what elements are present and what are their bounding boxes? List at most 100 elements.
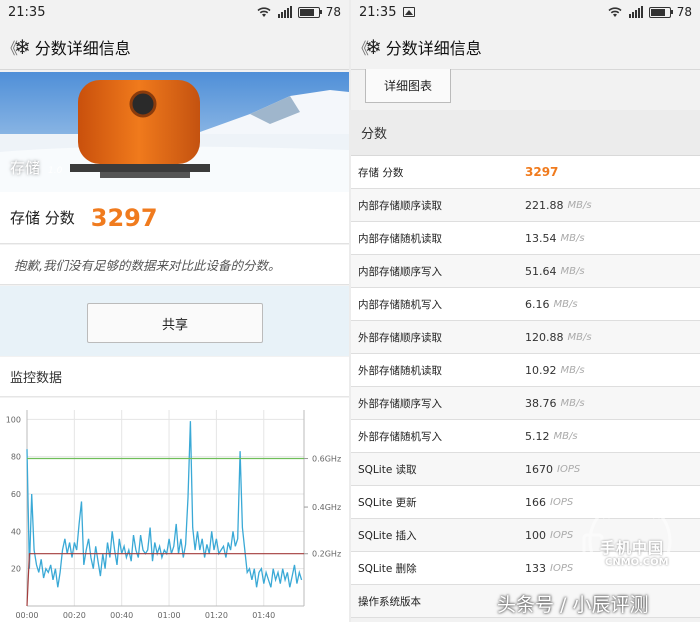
- svg-text:★: ★: [650, 507, 663, 523]
- y2-tick-label: 0.6GHz: [312, 455, 341, 464]
- image-notification-icon: [403, 7, 416, 17]
- watermark-brand: 手机中国: [600, 539, 665, 557]
- row-name: 内部存储顺序读取: [358, 199, 442, 212]
- battery-icon: [297, 6, 322, 18]
- back-button[interactable]: 《: [353, 35, 369, 59]
- table-row: 外部存储随机读取 10.92 MB/s: [351, 354, 700, 387]
- status-time: 21:35: [8, 4, 46, 20]
- row-name: 内部存储随机写入: [358, 298, 442, 311]
- table-row: 外部存储顺序写入 38.76 MB/s: [351, 387, 700, 420]
- row-name: 内部存储随机读取: [358, 232, 442, 245]
- hero-label: 存储: [10, 159, 41, 177]
- signal-icon: [628, 6, 643, 18]
- row-name: 外部存储顺序读取: [358, 331, 442, 344]
- row-value: 13.54: [525, 231, 557, 245]
- scores-section-title: 分数: [351, 110, 700, 156]
- row-name: SQLite 读取: [358, 463, 417, 476]
- svg-text:★: ★: [600, 507, 613, 523]
- hero-version: 1.0: [48, 166, 63, 176]
- row-value: 5.12: [525, 429, 550, 443]
- snowflake-logo-icon: ❄: [14, 34, 31, 59]
- row-unit: MB/s: [560, 397, 585, 409]
- wifi-icon: [608, 7, 622, 17]
- row-unit: MB/s: [567, 199, 592, 211]
- monitor-section-title: 监控数据: [0, 357, 349, 397]
- status-time: 21:35: [359, 4, 397, 20]
- comparison-notice: 抱歉,我们没有足够的数据来对比此设备的分数。: [0, 245, 349, 285]
- share-button[interactable]: 共享: [87, 303, 263, 343]
- row-unit: MB/s: [560, 364, 585, 376]
- app-bar: 《 ❄ 分数详细信息: [351, 24, 700, 70]
- row-unit: IOPS: [550, 496, 574, 508]
- series-line: [26, 553, 304, 607]
- row-value: 10.92: [525, 363, 557, 377]
- storage-hero-image: 存储 1.0: [0, 72, 349, 192]
- row-value: 221.88: [525, 198, 564, 212]
- y-tick-label: 100: [6, 415, 21, 424]
- row-value: 1670: [525, 462, 553, 476]
- row-name: 外部存储顺序写入: [358, 397, 442, 410]
- row-unit: IOPS: [557, 463, 581, 475]
- score-value: 3297: [90, 203, 158, 232]
- row-value: 51.64: [525, 264, 557, 278]
- svg-text:★: ★: [624, 495, 637, 511]
- share-section: 共享: [0, 286, 349, 356]
- score-label: 存储 分数: [10, 209, 75, 227]
- row-name: 外部存储随机写入: [358, 430, 442, 443]
- x-tick-label: 00:20: [63, 611, 86, 620]
- page-title: 分数详细信息: [385, 38, 482, 58]
- y-tick-label: 20: [11, 565, 21, 574]
- table-row: 存储 分数 3297: [351, 156, 700, 189]
- battery-level: 78: [676, 5, 692, 19]
- detail-chart-button[interactable]: 详细图表: [365, 69, 451, 103]
- y-tick-label: 80: [11, 453, 21, 462]
- y-tick-label: 60: [11, 490, 21, 499]
- y2-tick-label: 0.2GHz: [312, 550, 341, 559]
- row-value: 120.88: [525, 330, 564, 344]
- row-unit: MB/s: [560, 232, 585, 244]
- wifi-icon: [257, 7, 271, 17]
- back-button[interactable]: 《: [2, 35, 18, 59]
- row-name: 存储 分数: [358, 166, 404, 179]
- left-screen: 21:35 78 《 ❄ 分数详细信息 存储 1.0 存储 分数 3297 抱歉…: [0, 0, 349, 622]
- table-row: 内部存储随机读取 13.54 MB/s: [351, 222, 700, 255]
- row-unit: MB/s: [553, 430, 578, 442]
- table-row: 内部存储顺序写入 51.64 MB/s: [351, 255, 700, 288]
- x-tick-label: 00:00: [15, 611, 38, 620]
- status-bar: 21:35 78: [351, 0, 700, 24]
- x-tick-label: 01:00: [158, 611, 181, 620]
- row-name: SQLite 更新: [358, 496, 417, 509]
- row-value: 166: [525, 495, 546, 509]
- row-name: SQLite 插入: [358, 529, 417, 542]
- app-bar: 《 ❄ 分数详细信息: [0, 24, 349, 70]
- monitor-chart: 100 80 60 40 20 00:00 00:20 00:40 01:00 01:20 01:4…: [0, 398, 349, 622]
- row-value: 100: [525, 528, 546, 542]
- status-bar: 21:35 78: [0, 0, 349, 24]
- table-row: SQLite 读取 1670 IOPS: [351, 453, 700, 486]
- table-row: 内部存储顺序读取 221.88 MB/s: [351, 189, 700, 222]
- row-unit: IOPS: [550, 562, 574, 574]
- table-row: 内部存储随机写入 6.16 MB/s: [351, 288, 700, 321]
- row-name: SQLite 删除: [358, 562, 417, 575]
- row-value: 3297: [525, 165, 559, 179]
- series-line: [26, 421, 303, 588]
- row-unit: MB/s: [567, 331, 592, 343]
- row-name: 内部存储顺序写入: [358, 265, 442, 278]
- table-row: 外部存储随机写入 5.12 MB/s: [351, 420, 700, 453]
- y2-tick-label: 0.4GHz: [312, 503, 341, 512]
- y-tick-label: 40: [11, 527, 21, 536]
- snowflake-logo-icon: ❄: [365, 34, 382, 59]
- battery-level: 78: [325, 5, 341, 19]
- row-unit: MB/s: [560, 265, 585, 277]
- row-value: 6.16: [525, 297, 550, 311]
- x-tick-label: 01:40: [252, 611, 275, 620]
- score-card: 存储 分数 3297: [0, 192, 349, 244]
- x-tick-label: 01:20: [205, 611, 228, 620]
- row-name: 外部存储随机读取: [358, 364, 442, 377]
- detail-chart-section: 详细图表: [351, 69, 700, 109]
- watermark-site: CNMO.COM: [605, 557, 669, 568]
- row-unit: MB/s: [553, 298, 578, 310]
- row-value: 133: [525, 561, 546, 575]
- row-unit: IOPS: [550, 529, 574, 541]
- table-row: 外部存储顺序读取 120.88 MB/s: [351, 321, 700, 354]
